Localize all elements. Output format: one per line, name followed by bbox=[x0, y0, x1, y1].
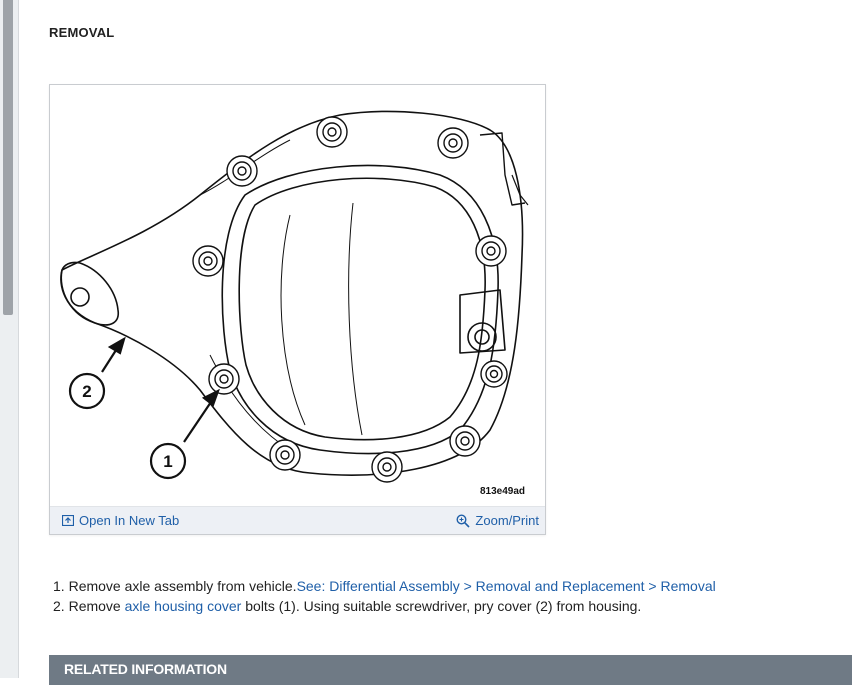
scrollbar-thumb[interactable] bbox=[3, 0, 13, 315]
related-information-header[interactable]: RELATED INFORMATION bbox=[49, 655, 852, 685]
step-number: 2. bbox=[53, 598, 65, 614]
procedure-steps: 1. Remove axle assembly from vehicle.See… bbox=[53, 576, 716, 616]
magnifier-zoom-icon bbox=[456, 513, 470, 528]
differential-removal-link[interactable]: See: Differential Assembly > Removal and… bbox=[297, 578, 716, 594]
step-item: 2. Remove axle housing cover bolts (1). … bbox=[53, 596, 716, 616]
related-information-title: RELATED INFORMATION bbox=[64, 661, 227, 677]
figure-code: 813e49ad bbox=[480, 486, 526, 497]
figure-toolbar: Open In New Tab Zoom/Print bbox=[50, 506, 545, 534]
open-in-new-tab-label: Open In New Tab bbox=[79, 513, 180, 528]
open-in-new-tab-link[interactable]: Open In New Tab bbox=[62, 513, 179, 528]
zoom-print-link[interactable]: Zoom/Print bbox=[456, 513, 539, 528]
step-item: 1. Remove axle assembly from vehicle.See… bbox=[53, 576, 716, 596]
callout-2-label: 2 bbox=[82, 382, 91, 401]
axle-cover-illustration: 2 1 bbox=[60, 110, 529, 483]
step-text: Remove axle assembly from vehicle. bbox=[68, 578, 297, 594]
callout-1-label: 1 bbox=[163, 452, 172, 471]
step-text: bolts (1). Using suitable screwdriver, p… bbox=[241, 598, 642, 614]
axle-housing-cover-link[interactable]: axle housing cover bbox=[125, 598, 242, 614]
zoom-print-label: Zoom/Print bbox=[475, 513, 539, 528]
open-in-new-tab-icon bbox=[62, 515, 74, 526]
left-scrollbar[interactable] bbox=[0, 0, 19, 678]
section-heading: REMOVAL bbox=[49, 25, 115, 40]
step-number: 1. bbox=[53, 578, 65, 594]
step-text: Remove bbox=[68, 598, 125, 614]
figure-container: 2 1 813e49ad Open In New Tab Zoom/Print bbox=[49, 84, 546, 535]
